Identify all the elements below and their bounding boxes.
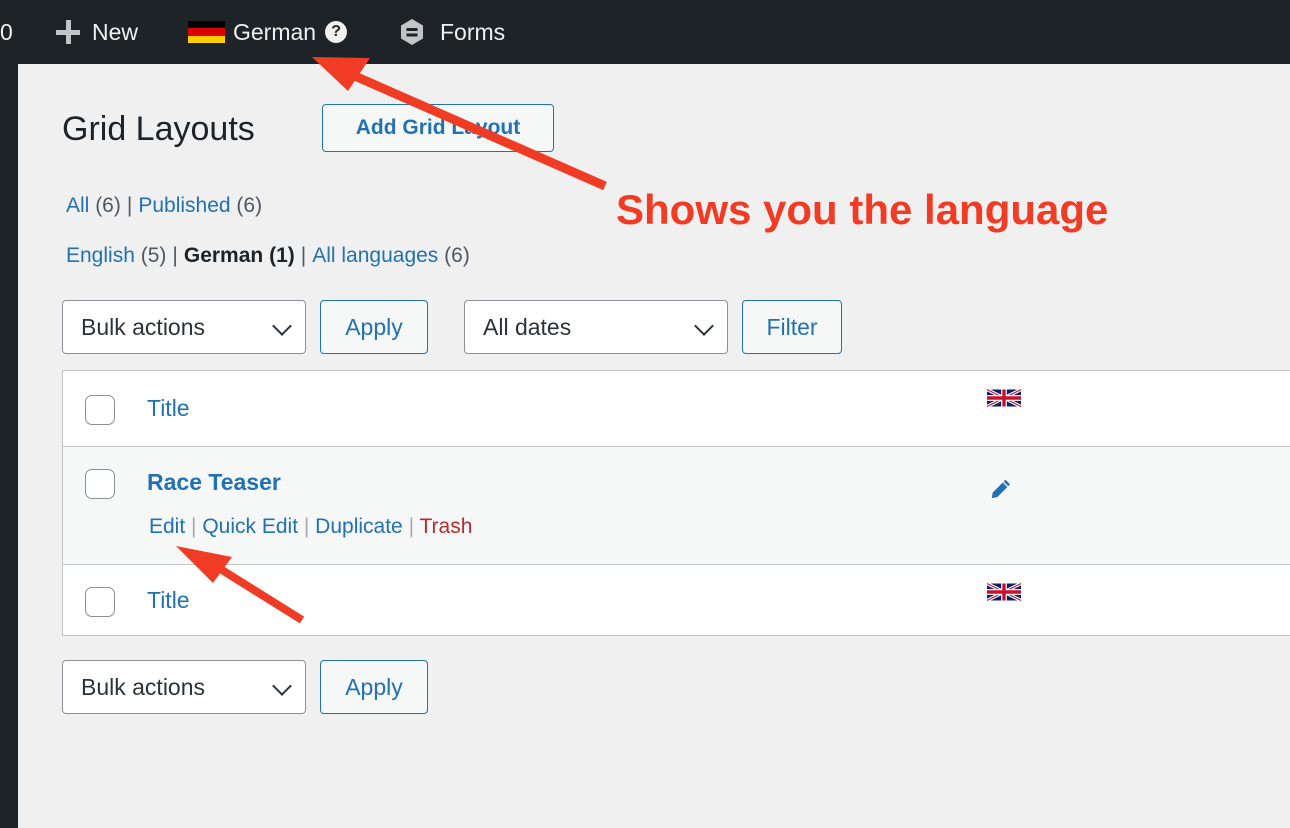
admin-bar-new-label: New [92,18,139,45]
apply-button-bottom[interactable]: Apply [320,660,428,714]
separator: | [300,244,307,267]
german-flag-icon [188,21,225,43]
main-content: Grid Layouts Add Grid Layout All (6) | Pub… [18,64,1290,828]
filter-english-count: (5) [140,244,167,267]
edit-link[interactable]: Edit [149,515,185,538]
page-title: Grid Layouts [62,110,255,148]
separator: | [408,515,420,538]
admin-bar-new[interactable]: New [56,0,138,64]
duplicate-link[interactable]: Duplicate [315,515,403,538]
filter-all-count: (6) [95,194,121,217]
uk-flag-icon [987,581,1021,603]
table-header-row: Title [63,371,1290,447]
separator: | [172,244,178,267]
filter-all-languages-link[interactable]: All languages [312,244,438,267]
bulk-actions-select-bottom[interactable]: Bulk actions [62,660,306,714]
chevron-down-icon [694,316,714,336]
trash-link[interactable]: Trash [420,515,473,538]
apply-button-top[interactable]: Apply [320,300,428,354]
dates-select[interactable]: All dates [464,300,728,354]
status-filters: All (6) | Published (6) [66,194,262,218]
row-checkbox[interactable] [85,469,115,499]
language-filters: English (5) | German (1) | All languages (6) [66,244,470,268]
filter-all-link[interactable]: All [66,194,89,217]
admin-bar-language-label: German [233,18,317,45]
plus-icon [56,20,80,44]
title-column-footer[interactable]: Title [147,587,190,614]
row-actions: Edit | Quick Edit | Duplicate | Trash [149,515,472,539]
filter-all-languages-count: (6) [444,244,470,267]
bulk-actions-value: Bulk actions [81,673,206,700]
post-title-link[interactable]: Race Teaser [147,469,281,496]
help-icon[interactable]: ? [325,21,348,43]
grid-layouts-table: Title Race Teaser Edit | Quick Edit | Du… [62,370,1290,636]
admin-bar-forms-label: Forms [440,18,506,45]
bulk-actions-select-top[interactable]: Bulk actions [62,300,306,354]
separator: | [303,515,316,538]
pencil-icon[interactable] [989,477,1011,499]
select-all-checkbox-footer[interactable] [85,587,115,617]
filter-published-link[interactable]: Published [138,194,230,217]
admin-bar: 0 New German ? Forms [0,0,1290,64]
title-column-header[interactable]: Title [147,395,190,422]
filter-published-count: (6) [236,194,263,217]
table-row: Race Teaser Edit | Quick Edit | Duplicat… [63,447,1290,565]
forms-icon [401,19,423,45]
annotation-text: Shows you the language [616,186,1109,233]
filter-german-current: German (1) [183,244,295,267]
dates-value: All dates [483,313,572,340]
admin-bar-forms[interactable]: Forms [398,0,505,64]
admin-bar-counter[interactable]: 0 [0,0,13,64]
admin-bar-language-switcher[interactable]: German ? [188,0,348,64]
bulk-actions-value: Bulk actions [81,313,206,340]
separator: | [191,515,203,538]
chevron-down-icon [272,676,292,696]
select-all-checkbox[interactable] [85,395,115,425]
table-footer-row: Title [63,565,1290,635]
add-grid-layout-button[interactable]: Add Grid Layout [322,104,554,152]
filter-english-link[interactable]: English [66,244,135,267]
uk-flag-icon [987,387,1021,409]
quick-edit-link[interactable]: Quick Edit [202,515,298,538]
chevron-down-icon [272,316,292,336]
filter-button[interactable]: Filter [742,300,842,354]
separator: | [126,194,133,217]
